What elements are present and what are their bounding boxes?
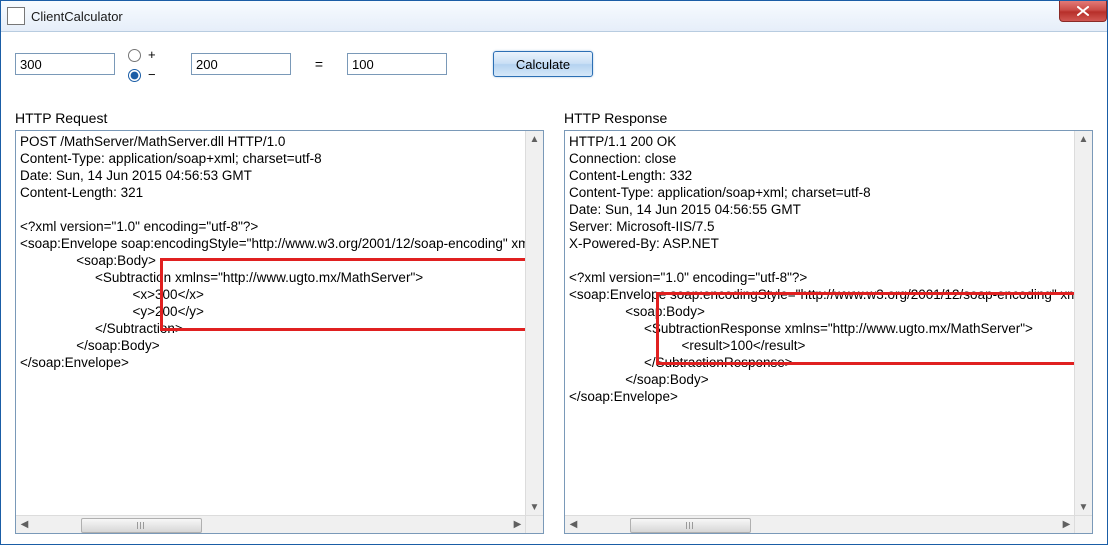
- radio-plus[interactable]: [128, 49, 141, 62]
- window-title: ClientCalculator: [31, 9, 123, 24]
- equals-label: =: [299, 56, 339, 72]
- request-panel: HTTP Request POST /MathServer/MathServer…: [15, 110, 544, 534]
- response-vscrollbar[interactable]: ▲ ▼: [1074, 131, 1092, 516]
- request-label: HTTP Request: [15, 110, 544, 126]
- scroll-corner: [1074, 515, 1092, 533]
- operand-b-input[interactable]: [191, 53, 291, 75]
- hscroll-track[interactable]: [33, 516, 509, 533]
- hscroll-thumb[interactable]: [630, 518, 751, 533]
- request-vscrollbar[interactable]: ▲ ▼: [525, 131, 543, 516]
- window-controls: [1059, 1, 1107, 22]
- operand-row: + − = Calculate: [15, 46, 1093, 82]
- request-textarea[interactable]: POST /MathServer/MathServer.dll HTTP/1.0…: [15, 130, 544, 534]
- close-icon: [1077, 6, 1089, 16]
- plus-label: +: [148, 47, 156, 62]
- operand-a-input[interactable]: [15, 53, 115, 75]
- scroll-left-icon[interactable]: ◀: [565, 519, 582, 530]
- hscroll-track[interactable]: [582, 516, 1058, 533]
- client-area: + − = Calculate HTTP Request POST /MathS…: [1, 32, 1107, 544]
- radio-minus[interactable]: [128, 69, 141, 82]
- scroll-down-icon[interactable]: ▼: [1075, 499, 1092, 516]
- op-plus-row[interactable]: +: [123, 46, 183, 62]
- scroll-up-icon[interactable]: ▲: [526, 131, 543, 148]
- scroll-up-icon[interactable]: ▲: [1075, 131, 1092, 148]
- scroll-corner: [525, 515, 543, 533]
- response-panel: HTTP Response HTTP/1.1 200 OK Connection…: [564, 110, 1093, 534]
- op-minus-row[interactable]: −: [123, 66, 183, 82]
- operator-group: + −: [123, 46, 183, 82]
- response-hscrollbar[interactable]: ◀ ▶: [565, 515, 1075, 533]
- scroll-right-icon[interactable]: ▶: [1058, 519, 1075, 530]
- app-icon: [7, 7, 25, 25]
- response-label: HTTP Response: [564, 110, 1093, 126]
- minus-label: −: [148, 67, 156, 82]
- app-window: ClientCalculator + − =: [0, 0, 1108, 545]
- scroll-right-icon[interactable]: ▶: [509, 519, 526, 530]
- calculate-button[interactable]: Calculate: [493, 51, 593, 77]
- close-button[interactable]: [1059, 1, 1107, 22]
- response-textarea[interactable]: HTTP/1.1 200 OK Connection: close Conten…: [564, 130, 1093, 534]
- scroll-left-icon[interactable]: ◀: [16, 519, 33, 530]
- request-hscrollbar[interactable]: ◀ ▶: [16, 515, 526, 533]
- titlebar[interactable]: ClientCalculator: [1, 1, 1107, 32]
- hscroll-thumb[interactable]: [81, 518, 202, 533]
- request-text[interactable]: POST /MathServer/MathServer.dll HTTP/1.0…: [16, 131, 526, 516]
- panels: HTTP Request POST /MathServer/MathServer…: [15, 110, 1093, 534]
- response-text[interactable]: HTTP/1.1 200 OK Connection: close Conten…: [565, 131, 1075, 516]
- result-output[interactable]: [347, 53, 447, 75]
- scroll-down-icon[interactable]: ▼: [526, 499, 543, 516]
